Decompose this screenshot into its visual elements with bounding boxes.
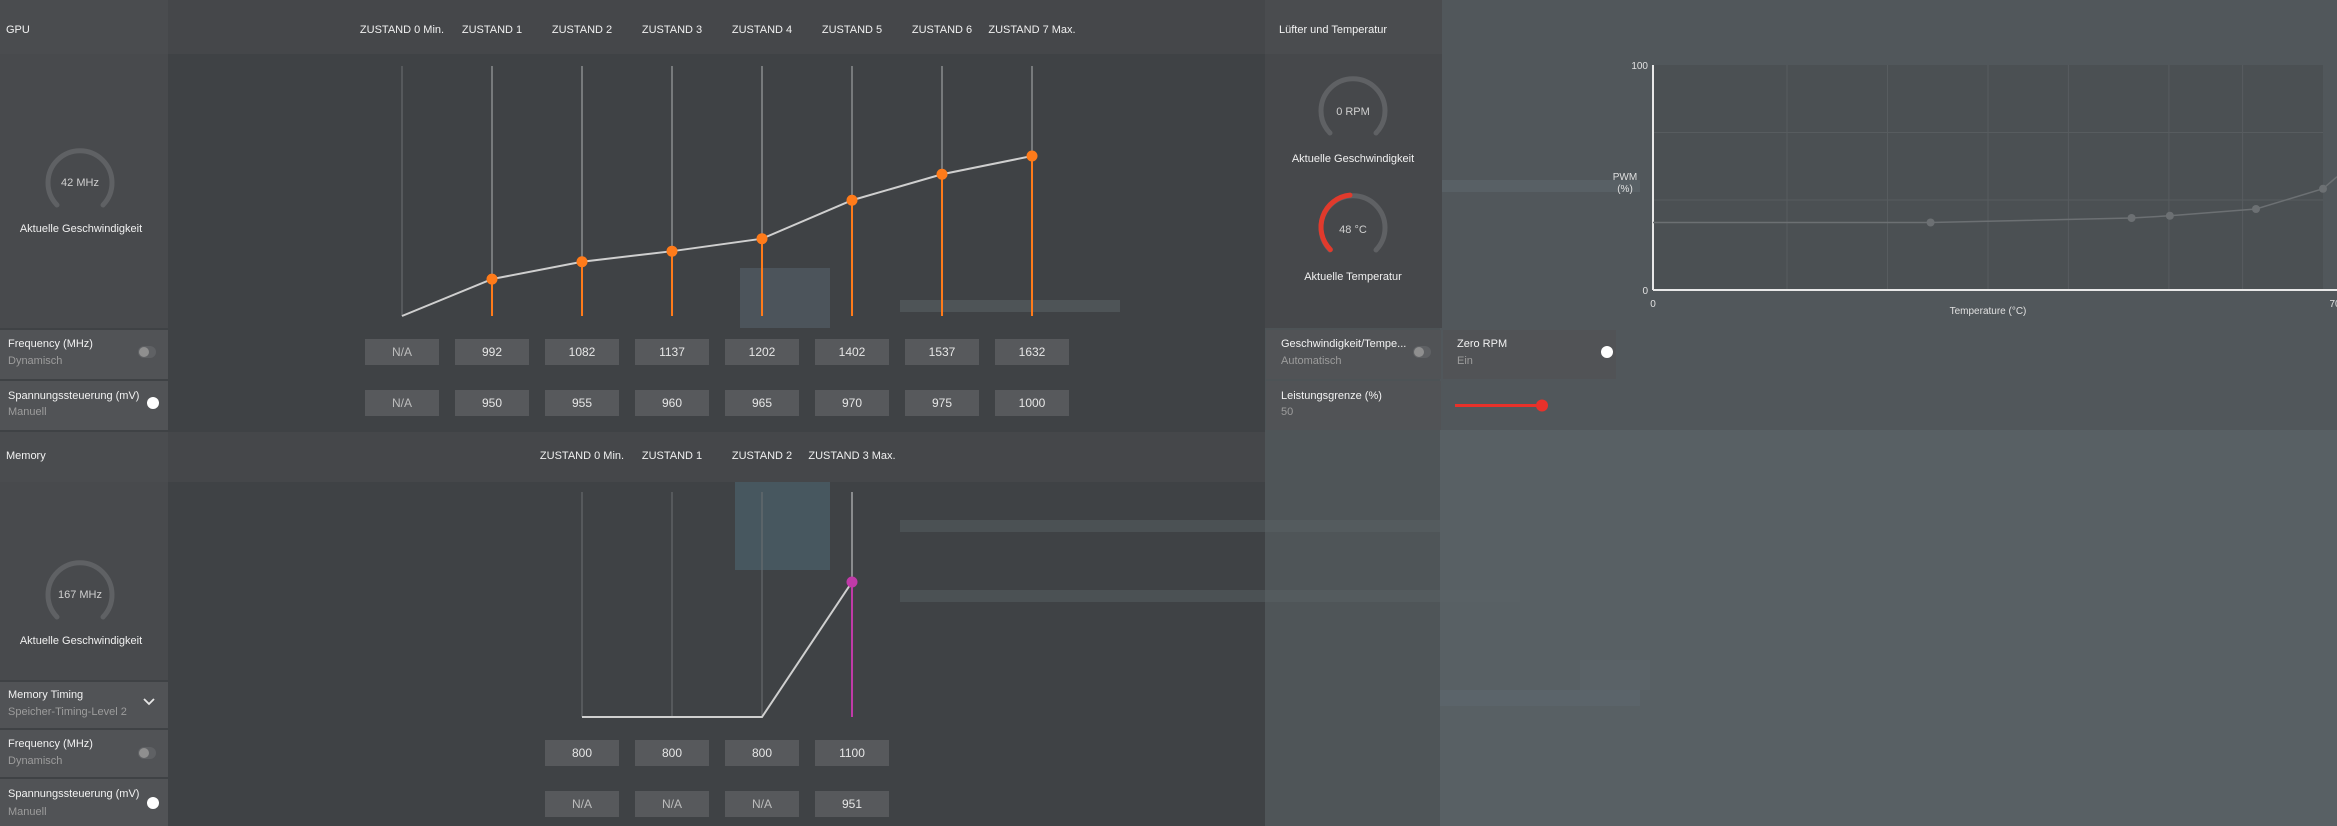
gpu-frequency-input[interactable]: 992 <box>455 339 529 365</box>
gpu-frequency-input[interactable]: 1082 <box>545 339 619 365</box>
gpu-frequency-input[interactable]: 1632 <box>995 339 1069 365</box>
fan-curve-point <box>2252 205 2260 213</box>
memory-speed-label: Aktuelle Geschwindigkeit <box>19 635 143 647</box>
state-point-handle <box>1026 150 1038 162</box>
memory-state-header: ZUSTAND 2 <box>731 450 793 462</box>
power-limit-value: 50 <box>1281 406 1294 418</box>
gpu-frequency-mode: Dynamisch <box>8 355 63 367</box>
zero-rpm-toggle[interactable] <box>1594 346 1613 358</box>
gpu-voltage-toggle[interactable] <box>140 397 159 409</box>
memory-voltage-input[interactable]: 951 <box>815 791 889 817</box>
gpu-frequency-input[interactable]: 1202 <box>725 339 799 365</box>
fan-title: Lüfter und Temperatur <box>1279 24 1388 36</box>
gpu-state-header: ZUSTAND 1 <box>461 24 523 36</box>
gpu-state-header: ZUSTAND 6 <box>911 24 973 36</box>
gpu-title: GPU <box>6 24 30 36</box>
gpu-voltage-input: N/A <box>365 390 439 416</box>
gpu-voltage-input[interactable]: 970 <box>815 390 889 416</box>
gpu-frequency-label: Frequency (MHz) <box>8 338 93 350</box>
memory-voltage-input: N/A <box>545 791 619 817</box>
state-point-handle <box>846 576 858 588</box>
memory-curve-line <box>582 581 853 718</box>
fan-curve-point <box>2127 214 2136 222</box>
memory-state-header: ZUSTAND 3 Max. <box>808 450 896 462</box>
gpu-frequency-curve[interactable] <box>168 54 1265 328</box>
temperature-label: Aktuelle Temperatur <box>1304 271 1402 283</box>
fan-speed-label: Aktuelle Geschwindigkeit <box>1291 153 1415 165</box>
fan-curve-point <box>1926 218 1935 227</box>
gpu-voltage-label: Spannungssteuerung (mV) <box>8 390 140 402</box>
gpu-state-header: ZUSTAND 2 <box>551 24 613 36</box>
fan-curve-chart[interactable]: 100 00 70 PWM(%) Temperature (°C) <box>1598 54 2337 328</box>
zero-rpm-label: Zero RPM <box>1457 338 1508 350</box>
memory-timing-label: Memory Timing <box>8 689 84 701</box>
memory-voltage-label: Spannungssteuerung (mV) <box>8 788 140 800</box>
fan-mode-value: Automatisch <box>1281 355 1342 367</box>
gpu-voltage-input[interactable]: 950 <box>455 390 529 416</box>
gpu-voltage-input[interactable]: 960 <box>635 390 709 416</box>
memory-frequency-input[interactable]: 800 <box>635 740 709 766</box>
memory-frequency-input[interactable]: 800 <box>725 740 799 766</box>
memory-frequency-input[interactable]: 1100 <box>815 740 889 766</box>
memory-voltage-input: N/A <box>635 791 709 817</box>
state-point-handle <box>756 233 768 245</box>
memory-speed-value: 167 MHz <box>57 589 103 601</box>
temperature-value: 48 °C <box>1339 224 1367 236</box>
gpu-frequency-input[interactable]: 1137 <box>635 339 709 365</box>
fan-curve-point <box>2165 211 2174 220</box>
fan-curve-point <box>2319 184 2327 193</box>
gpu-voltage-mode: Manuell <box>8 406 47 418</box>
gpu-frequency-toggle[interactable] <box>138 346 156 358</box>
gpu-state-header: ZUSTAND 4 <box>731 24 793 36</box>
gpu-voltage-input[interactable]: 965 <box>725 390 799 416</box>
memory-frequency-input[interactable]: 800 <box>545 740 619 766</box>
state-point-handle <box>576 256 588 268</box>
memory-frequency-mode: Dynamisch <box>8 755 63 767</box>
memory-frequency-curve[interactable] <box>168 482 1265 728</box>
memory-state-header: ZUSTAND 0 Min. <box>539 450 625 462</box>
memory-state-header: ZUSTAND 1 <box>641 450 703 462</box>
y-tick-label: 0 <box>1642 286 1648 297</box>
gpu-state-header: ZUSTAND 5 <box>821 24 883 36</box>
chevron-down-icon[interactable] <box>142 697 156 707</box>
memory-voltage-input: N/A <box>725 791 799 817</box>
app-window: GPU ZUSTAND 0 Min. ZUSTAND 1 ZUSTAND 2 ZUST… <box>0 0 2337 826</box>
memory-frequency-label: Frequency (MHz) <box>8 738 93 750</box>
gpu-frequency-input[interactable]: 1537 <box>905 339 979 365</box>
memory-voltage-toggle[interactable] <box>140 797 159 809</box>
x-tick-label: 70 <box>2329 299 2337 310</box>
x-axis-label: Temperature (°C) <box>1950 306 2027 317</box>
gpu-frequency-input: N/A <box>365 339 439 365</box>
state-point-handle <box>666 245 678 257</box>
power-limit-slider[interactable] <box>1443 381 1643 430</box>
gpu-voltage-input[interactable]: 975 <box>905 390 979 416</box>
gpu-voltage-input[interactable]: 955 <box>545 390 619 416</box>
y-axis-label: (%) <box>1617 184 1633 195</box>
slider-thumb <box>1536 399 1548 412</box>
state-point-handle <box>846 194 858 206</box>
gpu-state-header: ZUSTAND 0 Min. <box>359 24 445 36</box>
memory-frequency-toggle[interactable] <box>138 747 156 759</box>
x-tick-label: 0 <box>1650 299 1656 310</box>
gpu-state-header: ZUSTAND 3 <box>641 24 703 36</box>
state-point-handle <box>486 273 498 285</box>
gpu-frequency-input[interactable]: 1402 <box>815 339 889 365</box>
state-point-handle <box>936 168 948 180</box>
y-axis-label: PWM <box>1613 172 1637 183</box>
fan-speed-value: 0 RPM <box>1336 106 1370 118</box>
fan-mode-toggle[interactable] <box>1413 346 1431 358</box>
zero-rpm-value: Ein <box>1457 355 1473 367</box>
gpu-speed-label: Aktuelle Geschwindigkeit <box>19 223 143 235</box>
memory-timing-value: Speicher-Timing-Level 2 <box>8 706 127 718</box>
memory-voltage-mode: Manuell <box>8 806 47 818</box>
frequency-curve-line <box>401 155 1033 317</box>
y-tick-label: 100 <box>1631 61 1648 72</box>
gpu-speed-value: 42 MHz <box>61 177 99 189</box>
memory-title: Memory <box>6 450 46 462</box>
fan-mode-label: Geschwindigkeit/Tempe... <box>1281 338 1407 350</box>
power-limit-label: Leistungsgrenze (%) <box>1281 390 1382 402</box>
gpu-voltage-input[interactable]: 1000 <box>995 390 1069 416</box>
gpu-state-header: ZUSTAND 7 Max. <box>988 24 1076 36</box>
